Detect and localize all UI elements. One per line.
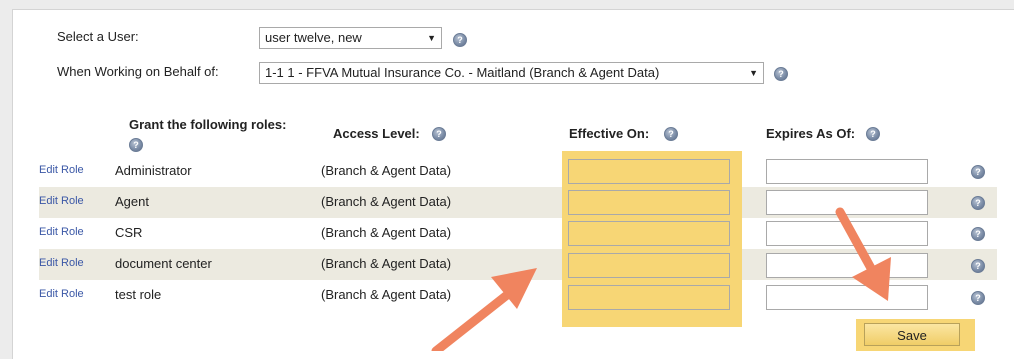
expires-as-of-input[interactable] [766, 190, 928, 215]
access-level: (Branch & Agent Data) [321, 163, 452, 178]
role-name: CSR [115, 225, 143, 240]
help-question-icon[interactable]: ? [866, 127, 880, 141]
expires-as-of-input[interactable] [766, 285, 928, 310]
header-grant-roles: Grant the following roles: [129, 117, 287, 132]
help-question-icon[interactable]: ? [129, 138, 143, 152]
edit-role-link[interactable]: Edit Role [39, 257, 84, 269]
edit-role-link[interactable]: Edit Role [39, 226, 84, 238]
header-effective-on: Effective On: [569, 126, 650, 141]
role-name: Agent [115, 194, 149, 209]
help-question-icon[interactable]: ? [664, 127, 678, 141]
expires-as-of-input[interactable] [766, 159, 928, 184]
effective-on-input[interactable] [568, 159, 730, 184]
behalf-label: When Working on Behalf of: [57, 64, 219, 79]
role-name: test role [115, 287, 162, 302]
access-level: (Branch & Agent Data) [321, 194, 452, 209]
edit-role-link[interactable]: Edit Role [39, 195, 84, 207]
help-question-icon[interactable]: ? [971, 259, 985, 273]
expires-as-of-input[interactable] [766, 253, 928, 278]
help-question-icon[interactable]: ? [432, 127, 446, 141]
behalf-dropdown[interactable]: 1-1 1 - FFVA Mutual Insurance Co. - Mait… [259, 62, 764, 84]
effective-on-input[interactable] [568, 190, 730, 215]
expires-as-of-input[interactable] [766, 221, 928, 246]
help-question-icon[interactable]: ? [971, 196, 985, 210]
effective-on-input[interactable] [568, 253, 730, 278]
edit-role-link[interactable]: Edit Role [39, 288, 84, 300]
access-level: (Branch & Agent Data) [321, 225, 452, 240]
effective-on-input[interactable] [568, 285, 730, 310]
caret-down-icon: ▼ [427, 33, 436, 43]
help-question-icon[interactable]: ? [453, 33, 467, 47]
select-user-label: Select a User: [57, 29, 139, 44]
role-name: document center [115, 256, 212, 271]
select-user-value: user twelve, new [265, 30, 362, 45]
header-access-level: Access Level: [333, 126, 420, 141]
help-question-icon[interactable]: ? [971, 291, 985, 305]
save-button[interactable]: Save [864, 323, 960, 346]
effective-on-input[interactable] [568, 221, 730, 246]
access-level: (Branch & Agent Data) [321, 287, 452, 302]
help-question-icon[interactable]: ? [774, 67, 788, 81]
edit-role-link[interactable]: Edit Role [39, 164, 84, 176]
help-question-icon[interactable]: ? [971, 227, 985, 241]
help-question-icon[interactable]: ? [971, 165, 985, 179]
behalf-value: 1-1 1 - FFVA Mutual Insurance Co. - Mait… [265, 65, 660, 80]
header-expires-as-of: Expires As Of: [766, 126, 856, 141]
caret-down-icon: ▼ [749, 68, 758, 78]
access-level: (Branch & Agent Data) [321, 256, 452, 271]
select-user-dropdown[interactable]: user twelve, new ▼ [259, 27, 442, 49]
role-name: Administrator [115, 163, 192, 178]
